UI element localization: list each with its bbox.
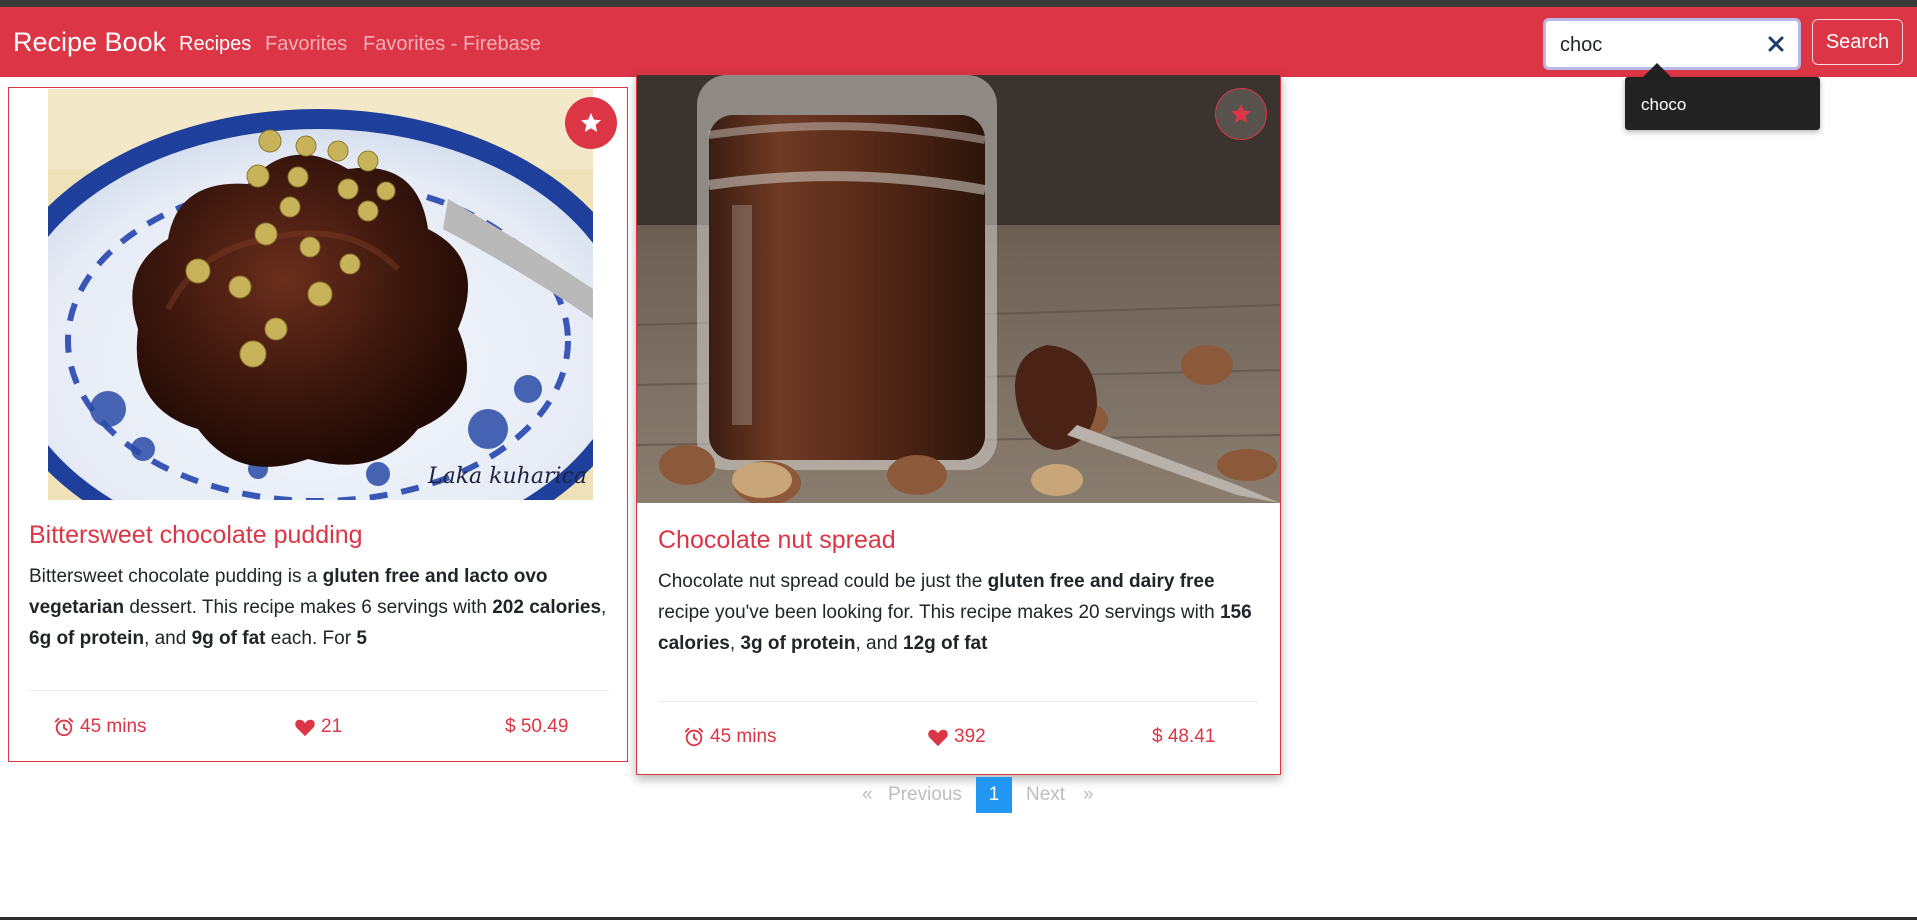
recipe-title[interactable]: Bittersweet chocolate pudding <box>29 521 363 550</box>
search-input[interactable] <box>1560 31 1755 59</box>
cook-time-value: 45 mins <box>710 726 777 747</box>
pagination-previous[interactable]: Previous <box>888 777 962 813</box>
summary-text: dessert. This recipe makes 6 servings wi… <box>124 597 493 618</box>
card-divider <box>658 701 1258 702</box>
pagination-last[interactable]: » <box>1083 777 1094 813</box>
recipe-summary: Bittersweet chocolate pudding is a glute… <box>29 561 609 654</box>
summary-bold: 5 <box>356 628 367 649</box>
suggestion-item[interactable]: choco <box>1641 95 1686 115</box>
cook-time: 45 mins <box>53 716 147 738</box>
search-box <box>1543 18 1801 70</box>
recipe-title[interactable]: Chocolate nut spread <box>658 526 896 555</box>
summary-bold: gluten free and dairy free <box>987 571 1215 592</box>
pagination-first[interactable]: « <box>862 777 873 813</box>
recipe-image[interactable] <box>637 75 1280 503</box>
favorite-button[interactable] <box>565 97 617 149</box>
summary-text: Chocolate nut spread could be just the <box>658 571 988 592</box>
summary-bold: 202 calories <box>492 597 602 618</box>
heart-icon <box>928 729 948 747</box>
summary-bold: 3g of protein <box>740 633 856 654</box>
brand-logo[interactable]: Recipe Book <box>13 27 166 58</box>
alarm-clock-icon <box>684 727 704 747</box>
search-button[interactable]: Search <box>1812 19 1903 65</box>
favorite-button[interactable] <box>1215 88 1267 140</box>
recipe-card[interactable]: Laka kuharica Bittersweet chocolate pudd… <box>8 87 628 762</box>
summary-text: Bittersweet chocolate pudding is a <box>29 566 323 587</box>
image-watermark-text: Laka kuharica <box>428 464 587 489</box>
likes-value: 21 <box>321 716 343 737</box>
clear-icon[interactable] <box>1766 34 1786 54</box>
price: $ 48.41 <box>1152 726 1215 748</box>
summary-text: , <box>601 597 607 618</box>
price-value: $ 48.41 <box>1152 726 1216 747</box>
heart-icon <box>295 719 315 737</box>
likes-count: 21 <box>294 716 342 738</box>
likes-value: 392 <box>954 726 986 747</box>
summary-bold: 6g of protein <box>29 628 145 649</box>
nav-link-favorites-firebase[interactable]: Favorites - Firebase <box>363 33 541 56</box>
star-icon <box>581 113 601 132</box>
recipe-image[interactable]: Laka kuharica <box>48 89 593 500</box>
recipe-summary: Chocolate nut spread could be just the g… <box>658 566 1258 659</box>
summary-text: each. For <box>265 628 357 649</box>
suggestion-pointer <box>1643 63 1671 77</box>
alarm-clock-icon <box>54 717 74 737</box>
search-suggestions: choco <box>1625 77 1820 130</box>
nav-link-favorites[interactable]: Favorites <box>265 33 347 56</box>
recipe-card[interactable]: Chocolate nut spread Chocolate nut sprea… <box>636 74 1281 775</box>
cook-time-value: 45 mins <box>80 716 147 737</box>
summary-text: , <box>729 633 741 654</box>
price-value: $ 50.49 <box>505 716 569 737</box>
nav-link-recipes[interactable]: Recipes <box>179 33 251 56</box>
likes-count: 392 <box>927 726 986 748</box>
cook-time: 45 mins <box>683 726 777 748</box>
summary-text: , and <box>855 633 903 654</box>
card-divider <box>29 690 609 691</box>
pagination-current-page[interactable]: 1 <box>976 777 1012 813</box>
summary-bold: 9g of fat <box>191 628 266 649</box>
pagination-next[interactable]: Next <box>1026 777 1065 813</box>
pagination: « Previous 1 Next » <box>0 777 1917 813</box>
navbar: Recipe Book Recipes Favorites Favorites … <box>0 7 1917 77</box>
summary-text: , and <box>144 628 192 649</box>
price: $ 50.49 <box>505 716 568 738</box>
window-top-border <box>0 0 1917 7</box>
summary-text: recipe you've been looking for. This rec… <box>658 602 1220 623</box>
summary-bold: 12g of fat <box>903 633 988 654</box>
star-icon <box>1231 104 1251 123</box>
